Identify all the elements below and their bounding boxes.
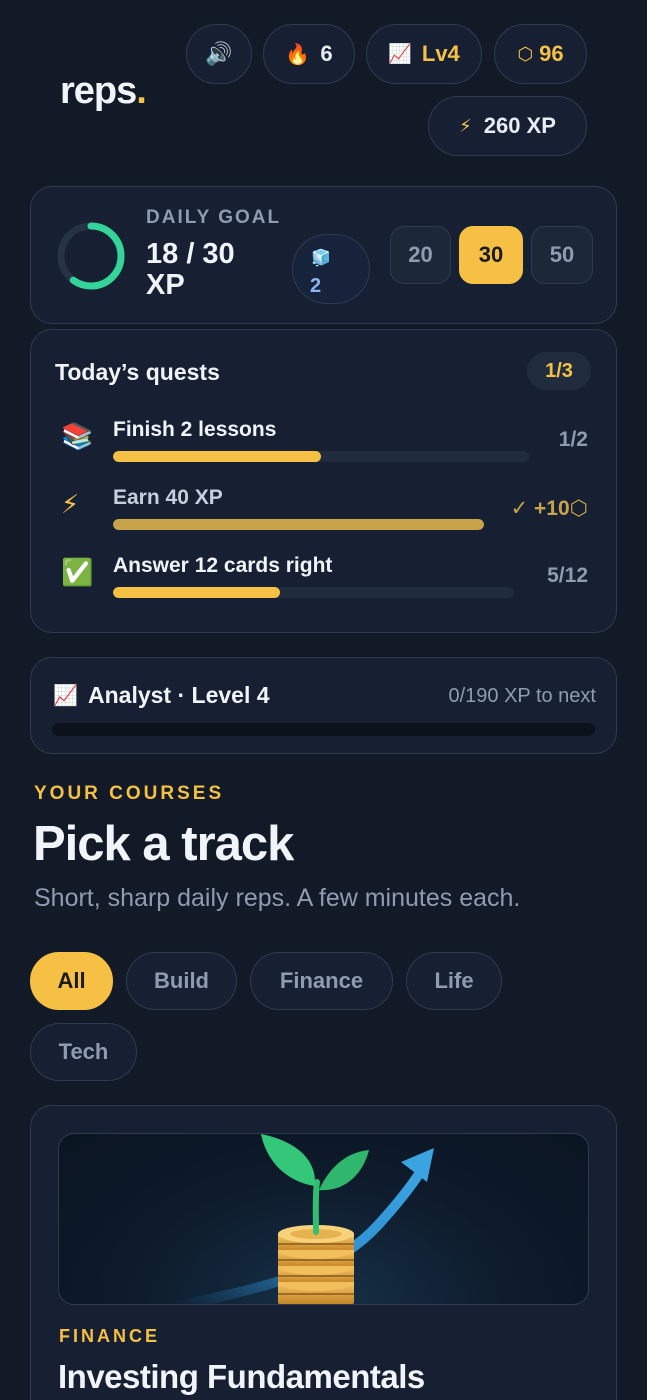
- filter-all[interactable]: All: [30, 952, 113, 1010]
- logo-text: reps: [60, 70, 137, 112]
- quest-progress-bar: [113, 451, 529, 462]
- quests-card: Today’s quests 1/3 📚 Finish 2 lessons 1/…: [30, 329, 617, 633]
- course-image: [58, 1133, 589, 1305]
- quest-progress-fill: [113, 587, 281, 598]
- sound-button[interactable]: 🔊: [186, 24, 252, 84]
- course-category: FINANCE: [59, 1326, 160, 1346]
- xp-value: 260 XP: [483, 113, 556, 138]
- quest-name: Earn 40 XP: [113, 486, 223, 509]
- streak-value: 6: [320, 41, 333, 66]
- streak-freeze-button[interactable]: 🧊 2: [292, 234, 370, 304]
- level-value: Lv4: [421, 41, 460, 66]
- app-logo: reps.: [60, 70, 147, 113]
- xp-pill[interactable]: ⚡ 260 XP: [428, 96, 587, 156]
- sprout-coins-growth-icon: [174, 1134, 434, 1304]
- goal-option-30[interactable]: 30: [459, 226, 523, 284]
- quest-progress-bar: [113, 519, 484, 530]
- quests-count-badge: 1/3: [527, 352, 591, 390]
- lightning-icon: ⚡: [61, 489, 80, 519]
- lightning-icon: ⚡: [459, 115, 472, 136]
- quest-name: Finish 2 lessons: [113, 418, 277, 441]
- coins-value: 96: [539, 41, 564, 66]
- chart-icon: 📈: [388, 44, 412, 65]
- level-next-text: 0/190 XP to next: [448, 685, 596, 707]
- level-title: Analyst · Level 4: [88, 682, 270, 708]
- streak-pill[interactable]: 🔥 6: [263, 24, 355, 84]
- level-card[interactable]: 📈 Analyst · Level 4 0/190 XP to next: [30, 657, 617, 754]
- quest-progress-text: 5/12: [547, 564, 588, 587]
- hexagon-coin-icon: ⬡: [517, 43, 534, 64]
- quest-item[interactable]: ✅ Answer 12 cards right 5/12: [31, 554, 618, 614]
- quest-progress-bar: [113, 587, 514, 598]
- speaker-icon: 🔊: [205, 41, 233, 66]
- goal-progress-ring: [57, 222, 125, 290]
- level-progress-bar: [52, 723, 595, 736]
- course-card[interactable]: FINANCE Investing Fundamentals: [30, 1105, 617, 1400]
- filter-life[interactable]: Life: [406, 952, 502, 1010]
- freeze-count: 2: [310, 275, 322, 297]
- logo-dot: .: [136, 70, 147, 112]
- course-title: Investing Fundamentals: [58, 1358, 425, 1395]
- quest-name: Answer 12 cards right: [113, 554, 333, 577]
- goal-option-50[interactable]: 50: [531, 226, 593, 284]
- page-title: Pick a track: [33, 817, 294, 871]
- quests-title: Today’s quests: [55, 359, 220, 385]
- quest-reward-text: ✓ +10⬡: [510, 497, 588, 520]
- filter-tech[interactable]: Tech: [30, 1023, 137, 1081]
- filter-finance[interactable]: Finance: [250, 952, 393, 1010]
- chart-icon: 📈: [53, 685, 78, 707]
- coins-pill[interactable]: ⬡ 96: [494, 24, 587, 84]
- level-pill[interactable]: 📈 Lv4: [366, 24, 482, 84]
- check-box-icon: ✅: [61, 557, 94, 587]
- quest-progress-fill: [113, 519, 484, 530]
- ice-cube-icon: 🧊: [311, 250, 331, 267]
- quest-item[interactable]: ⚡ Earn 40 XP ✓ +10⬡: [31, 486, 618, 546]
- flame-icon: 🔥: [285, 43, 311, 66]
- filter-build[interactable]: Build: [126, 952, 237, 1010]
- books-icon: 📚: [61, 421, 94, 451]
- goal-label: DAILY GOAL: [146, 207, 282, 228]
- quest-item[interactable]: 📚 Finish 2 lessons 1/2: [31, 418, 618, 478]
- goal-value: 18 / 30 XP: [146, 238, 235, 301]
- quest-progress-fill: [113, 451, 321, 462]
- goal-option-20[interactable]: 20: [390, 226, 451, 284]
- courses-eyebrow: YOUR COURSES: [34, 783, 225, 804]
- page-subtitle: Short, sharp daily reps. A few minutes e…: [34, 884, 521, 912]
- quest-progress-text: 1/2: [558, 428, 588, 451]
- daily-goal-card: DAILY GOAL 18 / 30 XP 🧊 2 20 30 50: [30, 186, 617, 324]
